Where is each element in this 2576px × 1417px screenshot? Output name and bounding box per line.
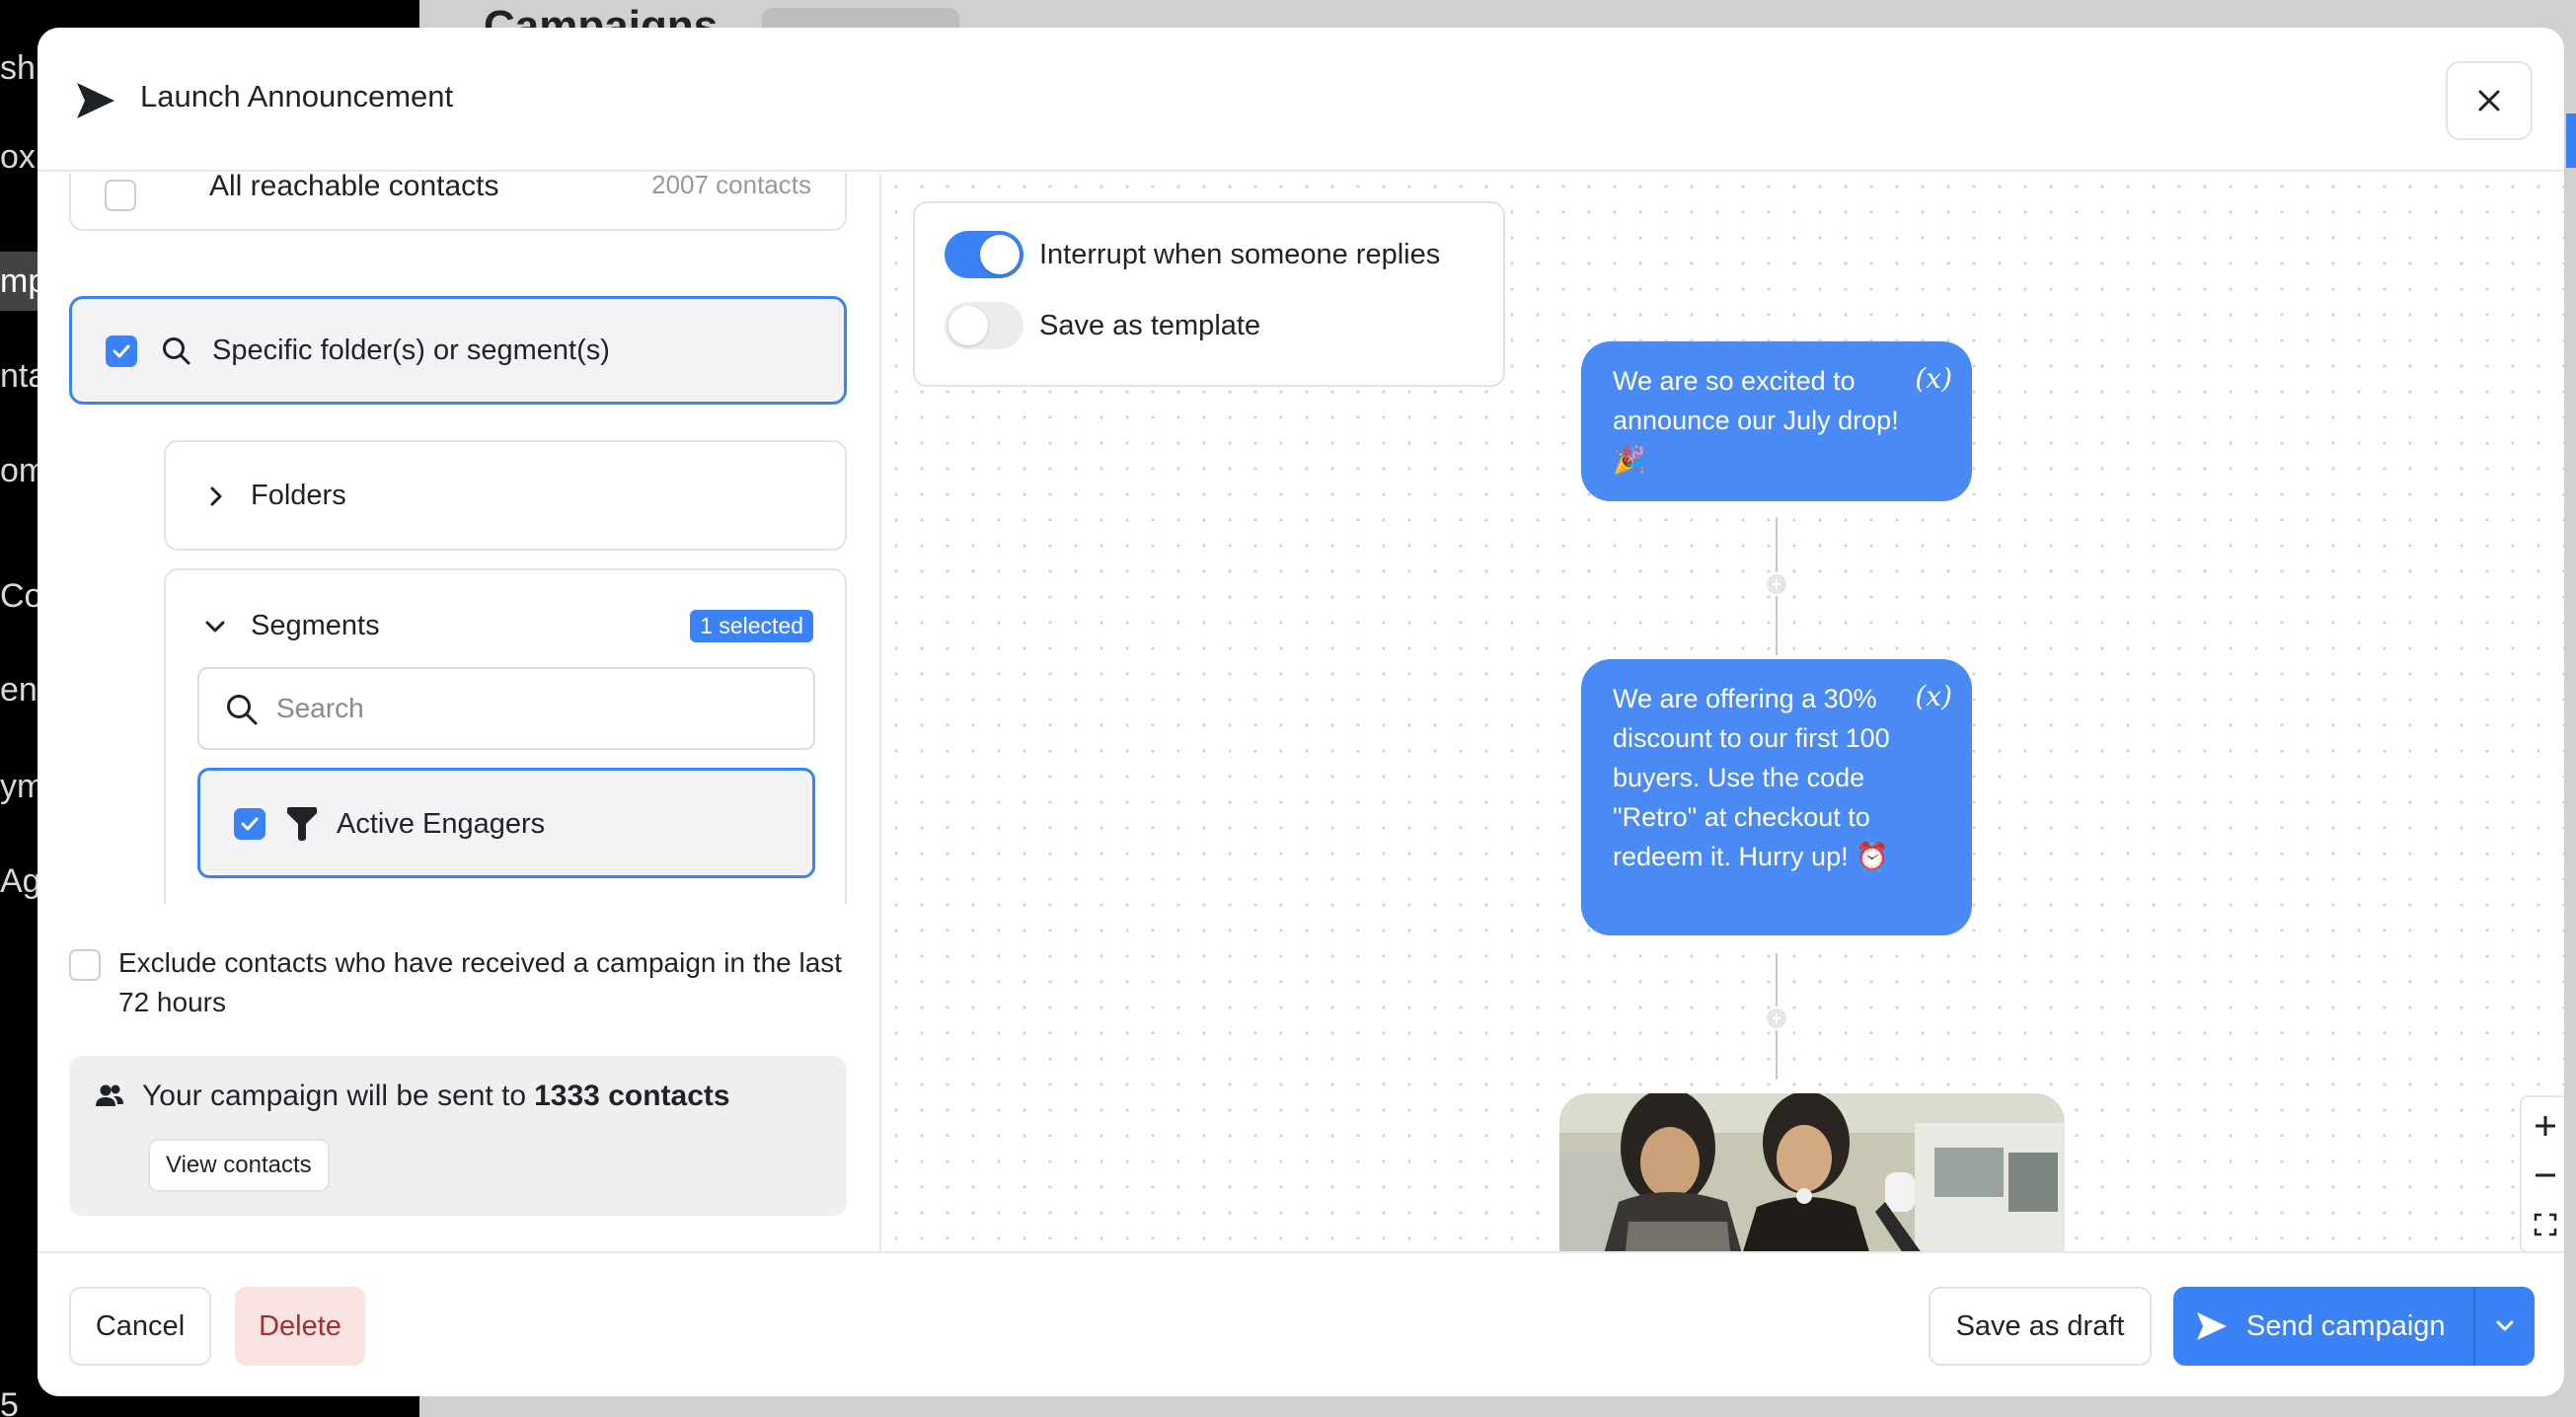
add-step-icon[interactable]: +	[1765, 1007, 1788, 1030]
folders-section[interactable]: Folders	[164, 440, 847, 551]
bg-sidebar-item: mp	[0, 252, 39, 311]
all-contacts-checkbox[interactable]	[105, 180, 136, 211]
segments-selected-badge: 1 selected	[690, 610, 813, 642]
campaign-image[interactable]	[1559, 1093, 2065, 1251]
zoom-controls	[2520, 1095, 2564, 1251]
campaign-settings-card: Interrupt when someone replies Save as t…	[913, 201, 1505, 387]
bg-sidebar-item: nta	[0, 357, 39, 395]
all-contacts-count: 2007 contacts	[651, 174, 811, 199]
check-icon	[113, 344, 130, 357]
send-campaign-button[interactable]: Send campaign	[2173, 1287, 2473, 1366]
variable-icon[interactable]: (x)	[1915, 677, 1952, 716]
interrupt-toggle[interactable]	[945, 231, 1023, 278]
bg-sidebar-item: Age	[0, 862, 39, 900]
segments-section: Segments 1 selected Active Engagers	[164, 568, 847, 904]
exclude-recent-checkbox[interactable]	[69, 949, 101, 981]
bg-sidebar-item: ene	[0, 671, 39, 708]
chevron-down-icon	[2496, 1320, 2514, 1331]
fit-view-button[interactable]	[2522, 1200, 2564, 1249]
variable-icon[interactable]: (x)	[1915, 359, 1952, 399]
search-icon	[227, 695, 258, 725]
message-text: We are offering a 30% discount to our fi…	[1613, 684, 1890, 871]
save-draft-button[interactable]: Save as draft	[1929, 1287, 2152, 1366]
send-logo-icon	[77, 83, 114, 118]
folders-label: Folders	[251, 480, 346, 511]
template-label: Save as template	[1039, 309, 1261, 341]
bg-pill	[762, 8, 959, 30]
launch-modal: Launch Announcement All reachable contac…	[38, 28, 2564, 1396]
funnel-icon	[287, 807, 317, 841]
template-toggle-row[interactable]: Save as template	[945, 302, 1260, 349]
send-campaign-label: Send campaign	[2246, 1309, 2446, 1342]
bg-sidebar-item: Cor	[0, 577, 39, 615]
flow-canvas[interactable]: Interrupt when someone replies Save as t…	[883, 174, 2564, 1251]
bg-sidebar-item: ox	[0, 138, 36, 176]
segment-search-field[interactable]	[197, 667, 815, 750]
chevron-down-icon	[205, 621, 225, 632]
modal-title: Launch Announcement	[140, 79, 454, 113]
segment-item-checkbox[interactable]	[234, 808, 265, 840]
summary-prefix: Your campaign will be sent to	[142, 1080, 527, 1112]
users-icon	[96, 1084, 123, 1106]
toggle-knob	[948, 306, 988, 345]
recipient-summary: Your campaign will be sent to 1333 conta…	[69, 1056, 847, 1216]
segment-item-label: Active Engagers	[337, 807, 546, 840]
bg-sidebar-item: 5	[0, 1386, 19, 1417]
view-contacts-button[interactable]: View contacts	[148, 1139, 330, 1192]
plus-icon	[2536, 1116, 2555, 1136]
summary-count: 1333 contacts	[534, 1080, 730, 1112]
message-text: We are so excited to announce our July d…	[1613, 366, 1899, 475]
cancel-button[interactable]: Cancel	[69, 1287, 211, 1366]
bg-page-title: Campaigns	[484, 2, 719, 30]
specific-segments-checkbox[interactable]	[106, 335, 137, 367]
specific-segments-label: Specific folder(s) or segment(s)	[212, 335, 610, 366]
exclude-recent-label: Exclude contacts who have received a cam…	[118, 947, 843, 1017]
exclude-recent-row[interactable]: Exclude contacts who have received a cam…	[69, 943, 849, 1022]
send-icon	[2197, 1312, 2227, 1340]
segment-item-active-engagers[interactable]: Active Engagers	[197, 768, 815, 878]
delete-button[interactable]: Delete	[235, 1287, 365, 1366]
zoom-in-button[interactable]	[2522, 1101, 2564, 1151]
toggle-knob	[980, 235, 1020, 274]
modal-footer: Cancel Delete Save as draft Send campaig…	[38, 1251, 2564, 1396]
bg-accent-strip	[2566, 113, 2576, 168]
message-bubble[interactable]: We are so excited to announce our July d…	[1581, 341, 1972, 501]
bg-sidebar-item: yme	[0, 768, 39, 805]
message-bubble[interactable]: We are offering a 30% discount to our fi…	[1581, 659, 1972, 935]
search-icon	[163, 336, 190, 364]
modal-header: Launch Announcement	[38, 28, 2564, 172]
bg-sidebar-item: shb	[0, 49, 39, 87]
audience-panel: All reachable contacts 2007 contacts Spe…	[38, 174, 881, 1251]
template-toggle[interactable]	[945, 302, 1023, 349]
all-contacts-option[interactable]: All reachable contacts 2007 contacts	[69, 174, 847, 231]
all-contacts-label: All reachable contacts	[209, 174, 499, 202]
specific-segments-option[interactable]: Specific folder(s) or segment(s)	[69, 296, 847, 405]
close-icon	[2478, 90, 2500, 112]
interrupt-toggle-row[interactable]: Interrupt when someone replies	[945, 231, 1440, 278]
zoom-out-button[interactable]	[2522, 1151, 2564, 1200]
check-icon	[241, 817, 259, 831]
minus-icon	[2536, 1173, 2555, 1177]
chevron-right-icon	[210, 486, 222, 505]
interrupt-label: Interrupt when someone replies	[1039, 238, 1441, 270]
segments-toggle[interactable]: Segments	[203, 610, 380, 642]
segment-search-input[interactable]	[276, 687, 790, 730]
bg-sidebar-item: om	[0, 452, 39, 489]
close-button[interactable]	[2446, 61, 2533, 140]
send-options-button[interactable]	[2473, 1287, 2535, 1366]
fit-view-icon	[2534, 1213, 2557, 1236]
add-step-icon[interactable]: +	[1765, 572, 1788, 596]
segments-label: Segments	[251, 610, 380, 641]
